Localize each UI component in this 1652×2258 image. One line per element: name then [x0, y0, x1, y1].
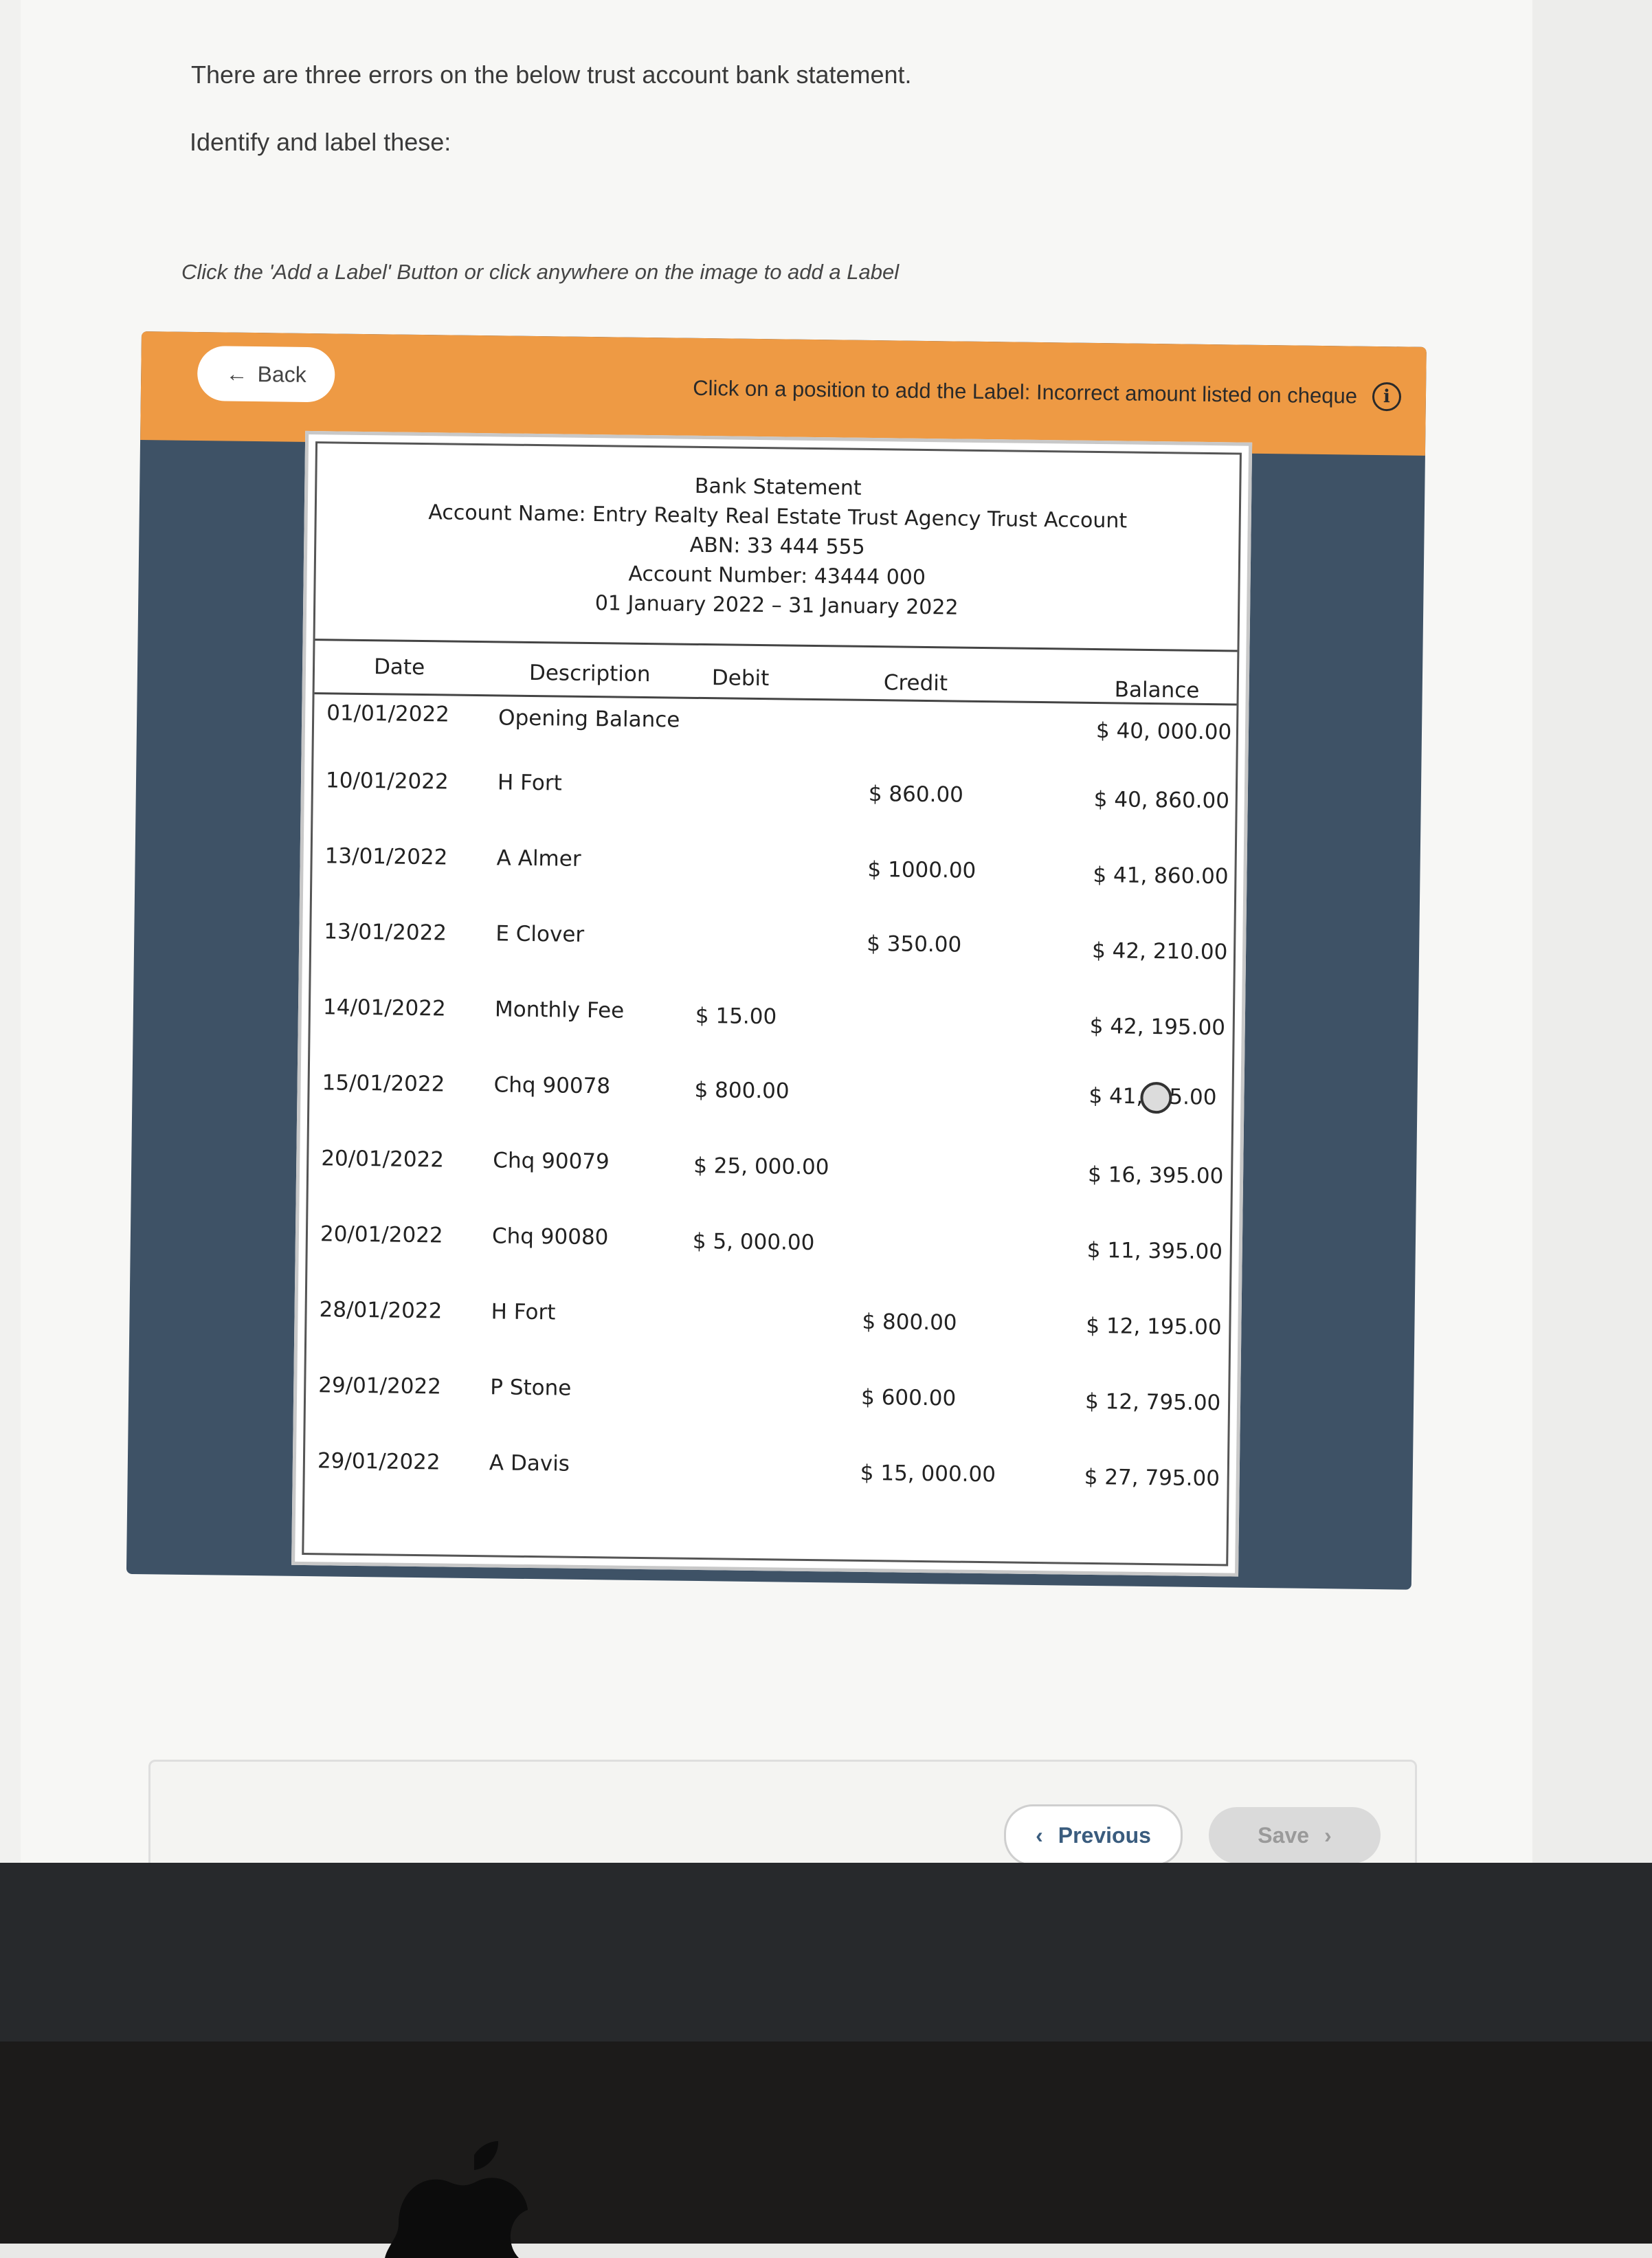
- row-balance: $ 41, 5.00: [1089, 1081, 1217, 1114]
- apple-logo-icon: [385, 2141, 528, 2258]
- table-row: 01/01/2022 Opening Balance $ 40, 000.00: [313, 692, 1236, 779]
- table-row: 29/01/2022 A Davis $ 15, 000.00 $ 27, 79…: [304, 1448, 1227, 1535]
- row-credit: $ 350.00: [866, 931, 962, 958]
- row-credit: $ 1000.00: [867, 856, 976, 883]
- label-instruction: Click on a position to add the Label: In…: [693, 374, 1402, 412]
- row-date: 01/01/2022: [326, 700, 450, 727]
- row-date: 14/01/2022: [322, 995, 446, 1021]
- row-description: Chq 90080: [491, 1224, 609, 1250]
- row-credit: $ 600.00: [860, 1384, 957, 1411]
- row-balance: $ 42, 210.00: [1091, 938, 1228, 965]
- row-balance-suffix: 5.00: [1169, 1084, 1217, 1110]
- row-date: 13/01/2022: [324, 843, 448, 870]
- table-row: 20/01/2022 Chq 90079 $ 25, 000.00 $ 16, …: [308, 1146, 1231, 1232]
- row-balance: $ 16, 395.00: [1087, 1162, 1224, 1189]
- column-header-credit: Credit: [883, 670, 948, 696]
- row-description: A Almer: [496, 845, 581, 872]
- info-icon[interactable]: i: [1372, 381, 1402, 412]
- label-instruction-text: Click on a position to add the Label: In…: [693, 375, 1358, 408]
- save-button-label: Save: [1258, 1822, 1310, 1848]
- back-button[interactable]: ← Back: [197, 346, 335, 403]
- table-row: 28/01/2022 H Fort $ 800.00 $ 12, 195.00: [306, 1297, 1229, 1384]
- content-panel: There are three errors on the below trus…: [21, 0, 1532, 1874]
- previous-button[interactable]: ‹ Previous: [1004, 1804, 1183, 1866]
- table-row: 29/01/2022 P Stone $ 600.00 $ 12, 795.00: [305, 1373, 1228, 1459]
- row-description: H Fort: [491, 1299, 556, 1325]
- row-date: 20/01/2022: [320, 1221, 443, 1248]
- column-header-date: Date: [373, 654, 425, 680]
- cursor-icon: [1140, 1081, 1172, 1114]
- monitor-chin: [0, 2041, 1652, 2244]
- instruction-subtext: Identify and label these:: [190, 128, 451, 156]
- instruction-text: There are three errors on the below trus…: [191, 60, 912, 89]
- statement-frame: Bank Statement Account Name: Entry Realt…: [302, 441, 1242, 1567]
- row-date: 29/01/2022: [318, 1373, 442, 1399]
- row-description: A Davis: [489, 1450, 570, 1476]
- right-gutter: [1532, 0, 1652, 1863]
- chevron-right-icon: ›: [1324, 1822, 1332, 1848]
- row-credit: $ 860.00: [868, 781, 964, 808]
- arrow-left-icon: ←: [225, 361, 248, 386]
- row-balance-prefix: $ 41,: [1089, 1083, 1143, 1109]
- table-row: 15/01/2022 Chq 90078 $ 800.00 $ 41, 5.00: [309, 1070, 1232, 1157]
- row-balance: $ 12, 795.00: [1084, 1388, 1221, 1416]
- previous-button-label: Previous: [1058, 1822, 1151, 1848]
- screen: There are three errors on the below trus…: [0, 0, 1652, 1874]
- row-date: 28/01/2022: [319, 1297, 443, 1324]
- row-balance: $ 11, 395.00: [1086, 1237, 1223, 1265]
- row-description: Chq 90079: [493, 1148, 610, 1175]
- row-date: 20/01/2022: [321, 1146, 445, 1173]
- row-description: H Fort: [497, 770, 562, 796]
- row-balance: $ 40, 000.00: [1095, 718, 1232, 745]
- row-description: Chq 90078: [493, 1072, 611, 1099]
- chevron-left-icon: ‹: [1036, 1822, 1043, 1848]
- row-balance: $ 27, 795.00: [1084, 1464, 1220, 1492]
- statement-header: Bank Statement Account Name: Entry Realt…: [315, 443, 1240, 652]
- table-row: 14/01/2022 Monthly Fee $ 15.00 $ 42, 195…: [310, 995, 1233, 1081]
- row-balance: $ 42, 195.00: [1089, 1013, 1226, 1041]
- row-date: 29/01/2022: [317, 1448, 440, 1475]
- row-credit: $ 800.00: [862, 1309, 957, 1336]
- row-debit: $ 25, 000.00: [693, 1153, 829, 1180]
- row-description: P Stone: [490, 1375, 572, 1401]
- table-row: 13/01/2022 E Clover $ 350.00 $ 42, 210.0…: [311, 919, 1234, 1006]
- label-hint-text: Click the 'Add a Label' Button or click …: [181, 260, 900, 284]
- table-row: 10/01/2022 H Fort $ 860.00 $ 40, 860.00: [313, 768, 1236, 854]
- table-row: 13/01/2022 A Almer $ 1000.00 $ 41, 860.0…: [312, 843, 1235, 930]
- row-description: E Clover: [495, 921, 585, 947]
- monitor-bezel: [0, 1863, 1652, 2041]
- navigation-footer: ‹ Previous Save ›: [148, 1760, 1417, 1874]
- row-balance: $ 40, 860.00: [1093, 786, 1230, 814]
- row-debit: $ 5, 000.00: [692, 1228, 815, 1256]
- column-header-balance: Balance: [1114, 677, 1200, 703]
- row-date: 15/01/2022: [322, 1070, 445, 1097]
- row-debit: $ 15.00: [695, 1003, 777, 1030]
- table-row: 20/01/2022 Chq 90080 $ 5, 000.00 $ 11, 3…: [307, 1221, 1230, 1308]
- row-date: 13/01/2022: [324, 919, 447, 946]
- row-balance: $ 41, 860.00: [1093, 862, 1229, 889]
- save-button[interactable]: Save ›: [1209, 1807, 1381, 1863]
- labelling-widget[interactable]: ← Back Click on a position to add the La…: [126, 331, 1427, 1590]
- row-credit: $ 15, 000.00: [860, 1460, 996, 1487]
- row-description: Monthly Fee: [494, 997, 625, 1023]
- row-debit: $ 800.00: [694, 1077, 790, 1104]
- column-header-description: Description: [528, 660, 651, 687]
- row-description: Opening Balance: [498, 705, 680, 733]
- bank-statement-image[interactable]: Bank Statement Account Name: Entry Realt…: [291, 430, 1253, 1577]
- back-button-label: Back: [257, 361, 307, 387]
- row-date: 10/01/2022: [325, 768, 449, 795]
- column-header-debit: Debit: [711, 665, 770, 691]
- row-balance: $ 12, 195.00: [1086, 1313, 1222, 1340]
